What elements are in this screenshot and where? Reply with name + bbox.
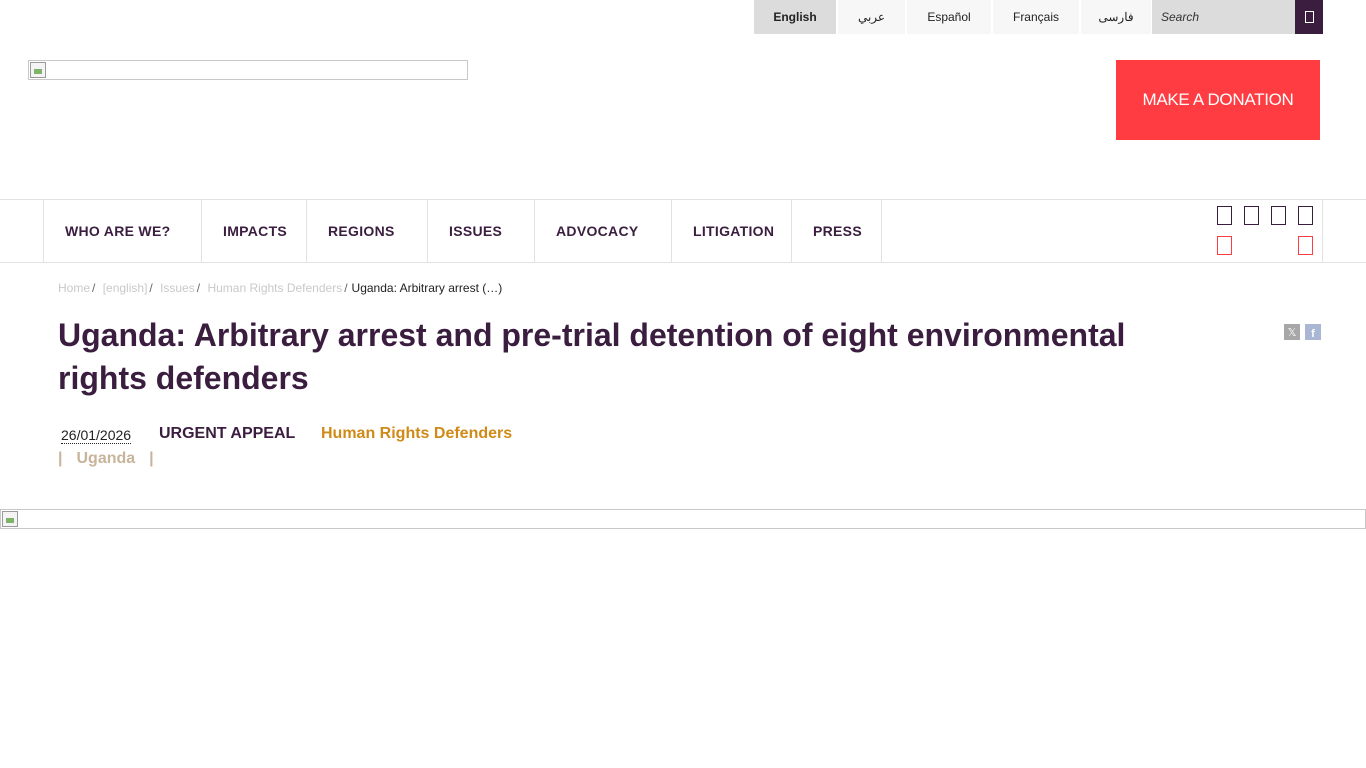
breadcrumb-issues[interactable]: Issues [160,281,195,295]
search-button[interactable] [1295,0,1323,34]
language-arabic[interactable]: عربي [838,0,907,34]
tag-separator: | [149,450,154,467]
search-icon [1304,11,1314,23]
hero-image [0,509,1366,529]
share-facebook-icon[interactable]: f [1305,324,1321,340]
nav-item-advocacy[interactable]: ADVOCACY [535,200,672,262]
breadcrumb-separator: / [92,281,96,295]
article-type: URGENT APPEAL [159,425,296,442]
social-icon[interactable] [1217,206,1232,225]
nav-item-impacts[interactable]: IMPACTS [202,200,307,262]
language-french[interactable]: Français [993,0,1081,34]
breadcrumb-separator: / [196,281,201,295]
tag-separator: | [58,450,63,467]
tag-human-rights-defenders[interactable]: Human Rights Defenders [321,425,512,443]
page-title: Uganda: Arbitrary arrest and pre-trial d… [58,317,1126,396]
breadcrumb-language[interactable]: [english] [103,281,148,295]
broken-image-icon [30,62,46,78]
search-input[interactable] [1152,0,1295,34]
language-persian[interactable]: فارسی [1081,0,1153,34]
breadcrumb-home[interactable]: Home [58,281,90,295]
nav-item-who-are-we[interactable]: WHO ARE WE? [44,200,202,262]
language-bar: English عربي Español Français فارسی [754,0,1153,34]
breadcrumb-human-rights-defenders[interactable]: Human Rights Defenders [207,281,342,295]
broken-image-icon [2,511,18,527]
nav-item-litigation[interactable]: LITIGATION [672,200,792,262]
nav-item-issues[interactable]: ISSUES [428,200,535,262]
nav-item-regions[interactable]: REGIONS [307,200,428,262]
social-links [1208,200,1323,262]
breadcrumb-separator: / [344,281,348,295]
site-logo[interactable] [28,60,468,80]
share-x-icon[interactable]: 𝕏 [1284,324,1300,340]
donate-button[interactable]: MAKE A DONATION [1116,60,1320,140]
breadcrumb-separator: / [149,281,153,295]
country-tags: | Uganda | [58,450,154,468]
breadcrumb-current: Uganda: Arbitrary arrest (…) [351,281,503,295]
social-icon[interactable] [1217,236,1232,255]
language-english[interactable]: English [754,0,838,34]
social-icon[interactable] [1271,206,1286,225]
breadcrumb: Home / [english] / Issues / Human Rights De… [58,281,502,295]
social-icon[interactable] [1244,206,1259,225]
tag-country-uganda[interactable]: Uganda [76,450,135,467]
search-form [1152,0,1323,34]
language-spanish[interactable]: Español [907,0,993,34]
nav-item-press[interactable]: PRESS [792,200,882,262]
publish-date: 26/01/2026 [61,427,132,444]
main-nav: WHO ARE WE? IMPACTS REGIONS ISSUES ADVOC… [0,199,1366,263]
nav-items: WHO ARE WE? IMPACTS REGIONS ISSUES ADVOC… [43,200,882,262]
social-icon[interactable] [1298,236,1313,255]
social-icon[interactable] [1298,206,1313,225]
